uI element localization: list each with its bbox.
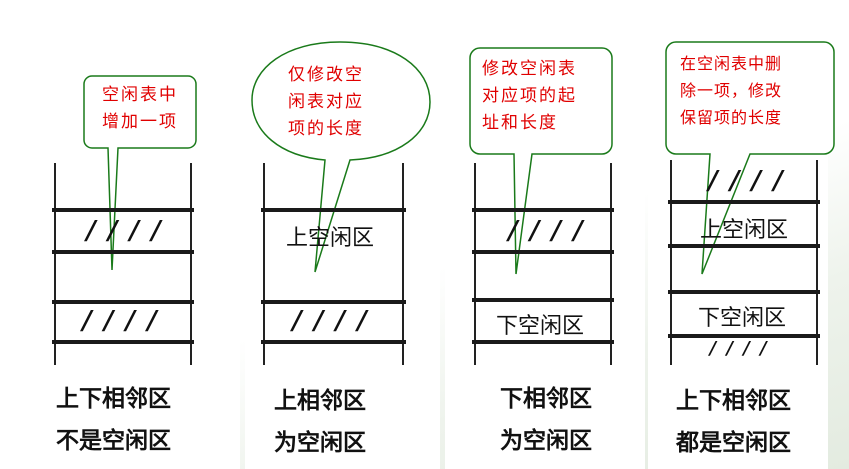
region-divider [668,290,820,294]
column-left-border [263,163,265,365]
column-right-border [190,163,192,365]
region-divider [52,250,194,254]
caption-line: 下相邻区 [500,386,592,412]
callout-line: 仅修改空 [288,65,364,85]
callout-line: 空闲表中 [102,85,178,105]
allocated-region-hatch: //// [506,216,593,246]
callout-text-4: 在空闲表中删 除一项，修改 保留项的长度 [680,50,782,131]
region-divider [668,244,820,248]
caption-case-2: 上相邻区 为空闲区 [274,380,366,464]
caption-case-4: 上下相邻区 都是空闲区 [676,380,791,464]
callout-line: 址和长度 [482,113,558,133]
caption-line: 上下相邻区 [676,388,791,414]
region-divider [261,340,406,344]
callout-line: 修改空闲表 [482,59,577,79]
callout-text-3: 修改空闲表 对应项的起 址和长度 [482,56,577,137]
caption-line: 为空闲区 [274,430,366,456]
callout-line: 对应项的起 [482,86,577,106]
allocated-region-hatch: //// [290,306,377,336]
callout-line: 闲表对应 [288,92,364,112]
region-divider [668,200,820,204]
column-right-border [610,163,612,365]
callout-line: 保留项的长度 [680,108,783,127]
caption-line: 为空闲区 [500,428,592,454]
region-divider [261,208,406,212]
allocated-region-hatch: //// [706,166,793,196]
region-divider [52,300,194,304]
column-right-border [402,163,404,365]
allocated-region-hatch: //// [80,306,167,336]
allocated-region-hatch: //// [708,338,776,359]
caption-case-1: 上下相邻区 不是空闲区 [56,378,171,462]
callout-line: 项的长度 [288,119,364,139]
lower-free-region-label: 下空闲区 [698,306,787,331]
callout-text-2: 仅修改空 闲表对应 项的长度 [288,62,364,143]
callout-text-1: 空闲表中 增加一项 [102,82,178,136]
region-divider [52,340,194,344]
lower-free-region-label: 下空闲区 [496,314,585,339]
callout-line: 在空闲表中删 [680,54,783,73]
caption-line: 上相邻区 [274,388,366,414]
caption-line: 都是空闲区 [676,430,791,456]
region-divider [52,208,194,212]
caption-line: 不是空闲区 [56,428,171,454]
region-divider [472,340,614,344]
callout-line: 除一项，修改 [680,81,783,100]
caption-case-3: 下相邻区 为空闲区 [500,378,592,462]
column-left-border [474,163,476,365]
region-divider [472,298,614,302]
column-left-border [54,163,56,365]
region-divider [472,208,614,212]
region-divider [261,300,406,304]
caption-line: 上下相邻区 [56,386,171,412]
upper-free-region-label: 上空闲区 [700,218,789,243]
callout-line: 增加一项 [102,112,178,132]
upper-free-region-label: 上空闲区 [286,226,375,251]
allocated-region-hatch: //// [84,216,171,246]
region-divider [472,250,614,254]
